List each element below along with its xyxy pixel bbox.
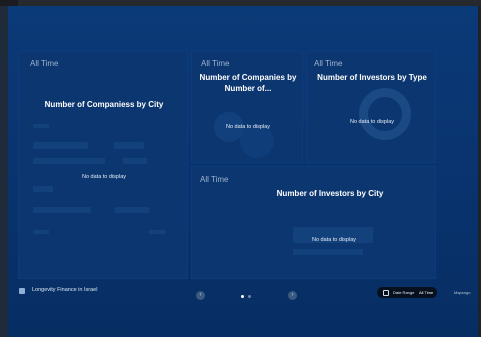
- no-data-message: No data to display: [349, 119, 395, 125]
- tile-investors-by-city[interactable]: All Time Number of Investors by City No …: [191, 166, 436, 279]
- placeholder-bar: [33, 158, 105, 164]
- tile-companies-by-city[interactable]: All Time Number of Companiess by City No…: [18, 51, 188, 279]
- placeholder-donut: [359, 88, 411, 140]
- placeholder-bar: [33, 124, 49, 128]
- placeholder-bar: [115, 207, 149, 213]
- report-logo-icon: [19, 288, 25, 294]
- date-range-value: All Time: [419, 290, 434, 295]
- page-indicator[interactable]: [248, 295, 251, 298]
- left-frame: [0, 6, 8, 337]
- placeholder-bar: [33, 142, 88, 149]
- previous-page-button[interactable]: ‹: [196, 291, 205, 300]
- tile-title: Number of Companies by Number of...: [199, 73, 297, 93]
- placeholder-bar: [33, 207, 91, 213]
- tile-range: All Time: [314, 59, 343, 68]
- chevron-right-icon: ›: [291, 292, 294, 298]
- placeholder-bar: [123, 158, 147, 164]
- report-title: Longevity Finance in Israel: [32, 287, 98, 293]
- next-page-button[interactable]: ›: [288, 291, 297, 300]
- placeholder-bar: [149, 230, 165, 234]
- date-range-label: Date Range: [393, 290, 415, 295]
- tile-title: Number of Companiess by City: [44, 100, 164, 109]
- tile-title: Number of Investors by Type: [317, 73, 427, 82]
- calendar-icon: [383, 290, 389, 296]
- chevron-left-icon: ‹: [199, 292, 202, 298]
- date-range-filter[interactable]: Date Range All Time: [377, 287, 437, 298]
- no-data-message: No data to display: [311, 237, 357, 243]
- tile-title: Number of Investors by City: [276, 189, 384, 198]
- placeholder-bar: [293, 249, 363, 255]
- placeholder-bar: [33, 186, 53, 192]
- tile-range: All Time: [200, 175, 229, 184]
- tile-range: All Time: [201, 59, 230, 68]
- brand-label[interactable]: Mapsngo: [454, 290, 470, 295]
- placeholder-bar: [114, 142, 144, 149]
- tile-range: All Time: [30, 59, 59, 68]
- no-data-message: No data to display: [225, 124, 271, 130]
- tile-companies-by-number[interactable]: All Time Number of Companies by Number o…: [191, 51, 303, 163]
- tile-investors-by-type[interactable]: All Time Number of Investors by Type No …: [306, 51, 436, 163]
- no-data-message: No data to display: [81, 174, 127, 180]
- placeholder-bar: [33, 230, 49, 234]
- page-indicator-active[interactable]: [241, 295, 244, 298]
